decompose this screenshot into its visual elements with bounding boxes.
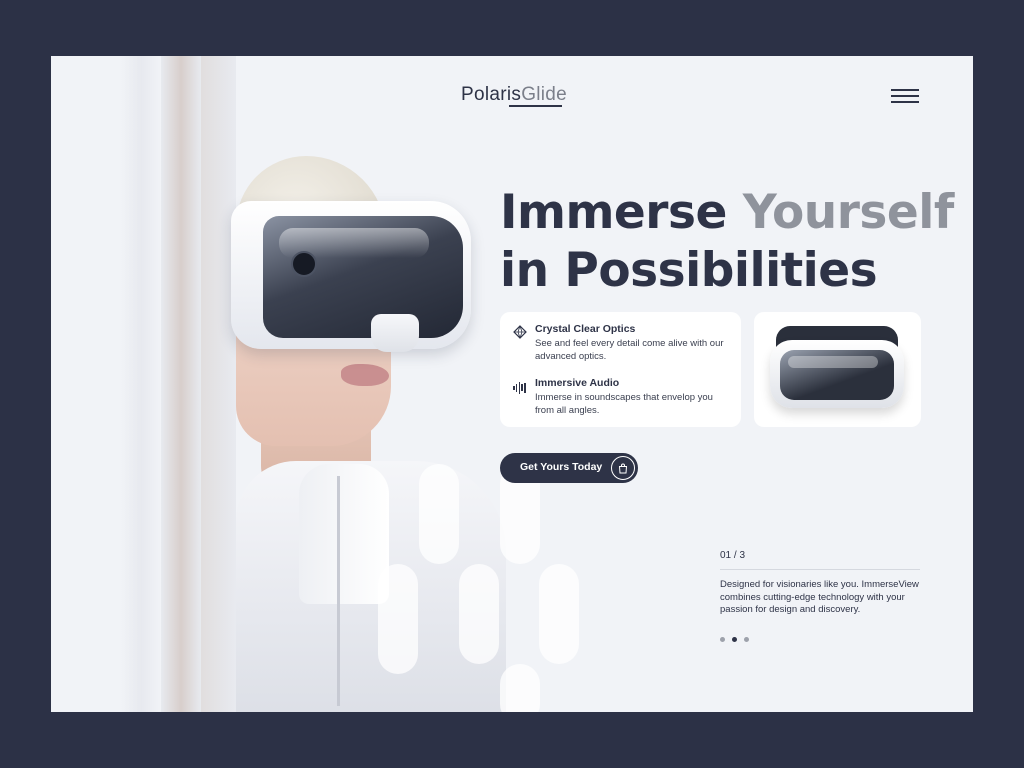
brand-logo[interactable]: PolarisGlide bbox=[461, 84, 567, 106]
decorative-pill bbox=[378, 564, 418, 674]
get-yours-button[interactable]: Get Yours Today bbox=[500, 453, 638, 483]
jacket-zipper bbox=[337, 476, 340, 706]
cta-label: Get Yours Today bbox=[520, 461, 603, 473]
blur-stripe bbox=[161, 56, 201, 712]
page-title: Immerse Yourself in Possibilities bbox=[500, 184, 960, 300]
hamburger-menu-icon[interactable] bbox=[891, 89, 921, 107]
headline-line-2: in Possibilities bbox=[500, 243, 878, 298]
features-card: Crystal Clear Optics See and feel every … bbox=[500, 312, 741, 427]
hero-image bbox=[51, 56, 521, 712]
decorative-pill bbox=[539, 564, 579, 664]
brand-name-primary: Polaris bbox=[461, 84, 522, 105]
feature-title: Immersive Audio bbox=[535, 377, 620, 389]
slider-dots bbox=[720, 629, 756, 647]
headset-nose-bridge bbox=[371, 314, 419, 352]
feature-description: See and feel every detail come alive wit… bbox=[535, 338, 724, 362]
logo-underline bbox=[509, 105, 562, 107]
slider-dot[interactable] bbox=[720, 637, 725, 642]
slider-dot[interactable] bbox=[744, 637, 749, 642]
brand-name-accent: Glide bbox=[521, 84, 568, 105]
audio-wave-icon bbox=[512, 379, 528, 395]
decorative-pill bbox=[500, 664, 540, 712]
product-thumbnail[interactable] bbox=[754, 312, 921, 427]
decorative-pill bbox=[419, 464, 459, 564]
headline-gray-word: Yourself bbox=[742, 185, 955, 240]
diamond-icon bbox=[512, 325, 528, 341]
lips bbox=[341, 364, 389, 386]
slide-description: Designed for visionaries like you. Immer… bbox=[720, 579, 919, 615]
decorative-pill bbox=[459, 564, 499, 664]
blur-stripe bbox=[121, 56, 161, 712]
headline-dark-word: Immerse bbox=[500, 185, 727, 240]
feature-description: Immerse in soundscapes that envelop you … bbox=[535, 392, 713, 416]
landing-card: PolarisGlide Immerse Yourself in Possibi… bbox=[51, 56, 973, 712]
feature-title: Crystal Clear Optics bbox=[535, 323, 636, 335]
slider-dot-active[interactable] bbox=[732, 637, 737, 642]
divider bbox=[720, 569, 920, 570]
camera-icon bbox=[291, 251, 317, 277]
lens-reflection bbox=[788, 356, 878, 368]
jacket-collar bbox=[299, 464, 389, 604]
slide-counter: 01 / 3 bbox=[720, 550, 746, 561]
blur-stripe bbox=[201, 56, 236, 712]
shopping-bag-icon bbox=[611, 456, 635, 480]
